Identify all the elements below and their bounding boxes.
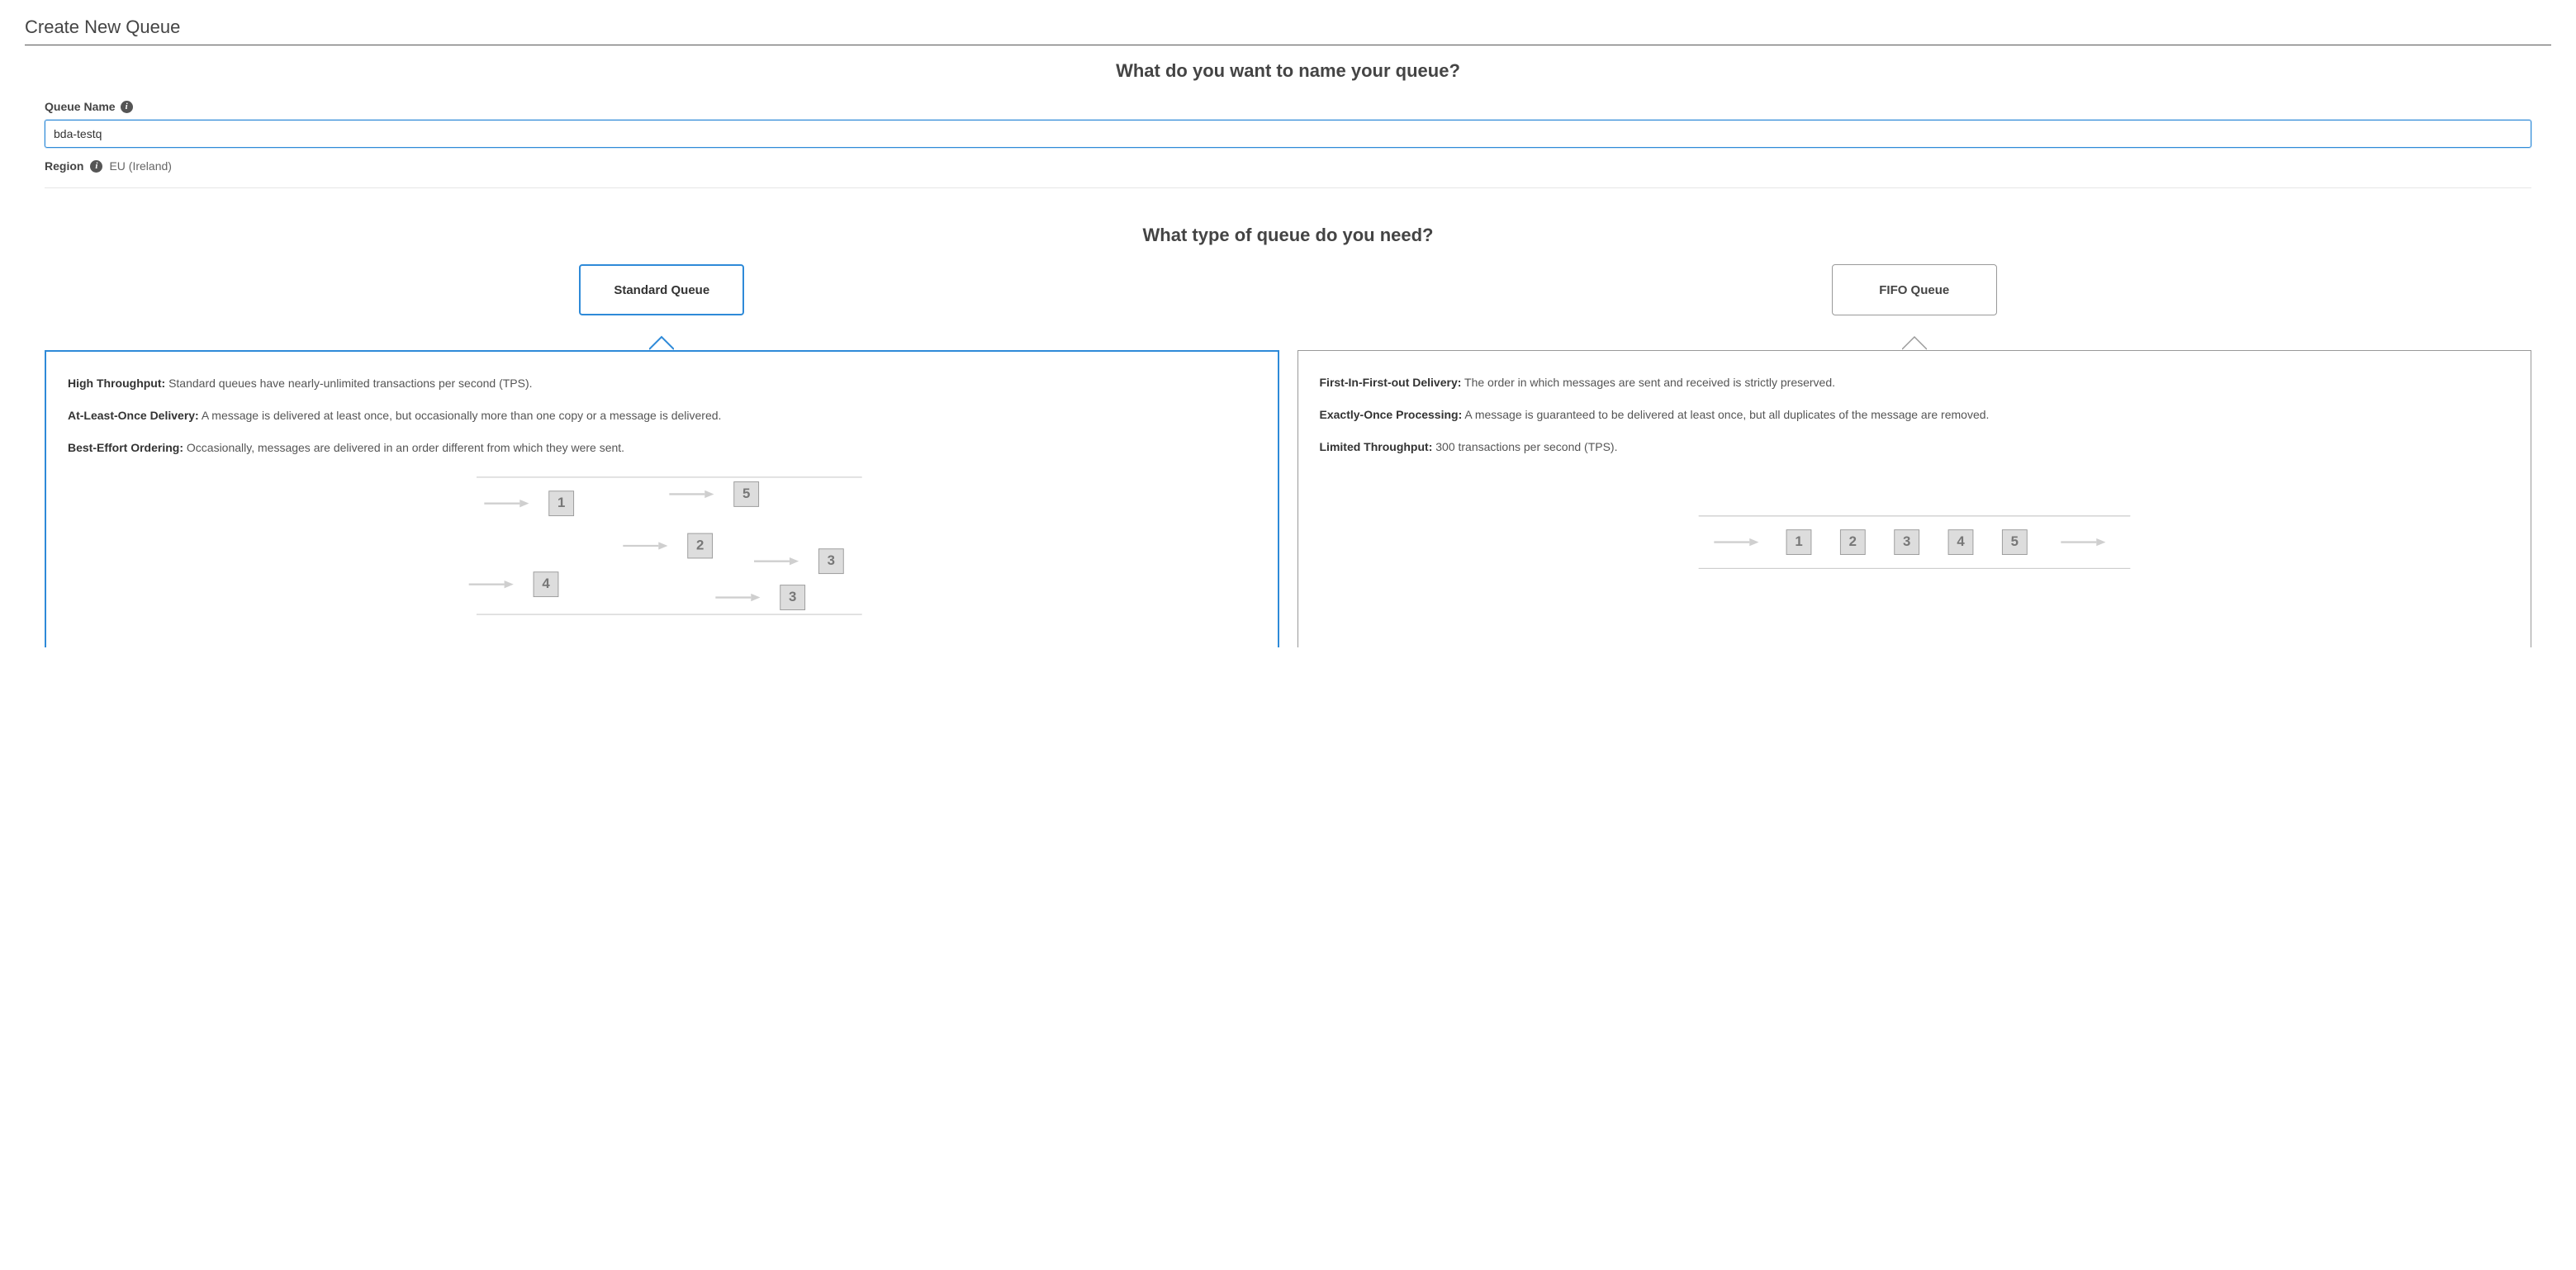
msg-num: 2 <box>1848 533 1856 549</box>
type-section-heading: What type of queue do you need? <box>25 225 2551 246</box>
fifo-queue-button[interactable]: FIFO Queue <box>1832 264 1997 315</box>
name-section-heading: What do you want to name your queue? <box>25 60 2551 82</box>
feature-body: A message is guaranteed to be delivered … <box>1462 408 1989 421</box>
page-title: Create New Queue <box>25 17 2551 38</box>
info-icon[interactable]: i <box>90 160 102 173</box>
region-value: EU (Ireland) <box>109 159 171 173</box>
fifo-feature-0: First-In-First-out Delivery: The order i… <box>1320 374 2510 391</box>
msg-num: 2 <box>696 537 704 552</box>
region-label: Region <box>45 159 83 173</box>
fifo-queue-button-label: FIFO Queue <box>1879 283 1949 297</box>
fifo-connector <box>1297 315 2532 350</box>
msg-num: 5 <box>742 486 750 501</box>
standard-queue-panel: High Throughput: Standard queues have ne… <box>45 350 1279 647</box>
feature-title: Best-Effort Ordering: <box>68 441 183 454</box>
queue-name-input[interactable] <box>45 120 2531 148</box>
fifo-queue-column: FIFO Queue First-In-First-out Delivery: … <box>1297 264 2532 647</box>
feature-body: A message is delivered at least once, bu… <box>199 409 722 422</box>
queue-name-label: Queue Name <box>45 100 116 113</box>
queue-name-label-row: Queue Name i <box>45 100 2531 113</box>
feature-body: Occasionally, messages are delivered in … <box>183 441 624 454</box>
fifo-feature-2: Limited Throughput: 300 transactions per… <box>1320 438 2510 456</box>
region-row: Region i EU (Ireland) <box>45 159 2531 188</box>
msg-num: 3 <box>1903 533 1910 549</box>
feature-title: Exactly-Once Processing: <box>1320 408 1463 421</box>
standard-feature-2: Best-Effort Ordering: Occasionally, mess… <box>68 439 1256 457</box>
standard-queue-column: Standard Queue High Throughput: Standard… <box>45 264 1279 647</box>
feature-title: High Throughput: <box>68 377 165 390</box>
standard-queue-button[interactable]: Standard Queue <box>579 264 744 315</box>
feature-body: Standard queues have nearly-unlimited tr… <box>165 377 532 390</box>
info-icon[interactable]: i <box>121 101 133 113</box>
standard-connector <box>45 315 1279 350</box>
msg-num: 3 <box>828 552 835 568</box>
msg-num: 4 <box>1957 533 1965 549</box>
standard-diagram: 1 5 2 3 4 3 <box>68 472 1256 620</box>
feature-title: First-In-First-out Delivery: <box>1320 376 1462 389</box>
msg-num: 1 <box>1795 533 1802 549</box>
standard-feature-0: High Throughput: Standard queues have ne… <box>68 375 1256 392</box>
feature-title: At-Least-Once Delivery: <box>68 409 199 422</box>
fifo-diagram: 1 2 3 4 5 <box>1320 471 2510 595</box>
feature-title: Limited Throughput: <box>1320 440 1433 453</box>
msg-num: 5 <box>2010 533 2018 549</box>
msg-num: 1 <box>557 495 565 510</box>
standard-feature-1: At-Least-Once Delivery: A message is del… <box>68 407 1256 424</box>
feature-body: The order in which messages are sent and… <box>1461 376 1835 389</box>
msg-num: 3 <box>789 589 796 604</box>
msg-num: 4 <box>543 576 551 591</box>
fifo-feature-1: Exactly-Once Processing: A message is gu… <box>1320 406 2510 424</box>
feature-body: 300 transactions per second (TPS). <box>1432 440 1617 453</box>
standard-queue-button-label: Standard Queue <box>614 283 709 297</box>
fifo-queue-panel: First-In-First-out Delivery: The order i… <box>1297 350 2532 647</box>
